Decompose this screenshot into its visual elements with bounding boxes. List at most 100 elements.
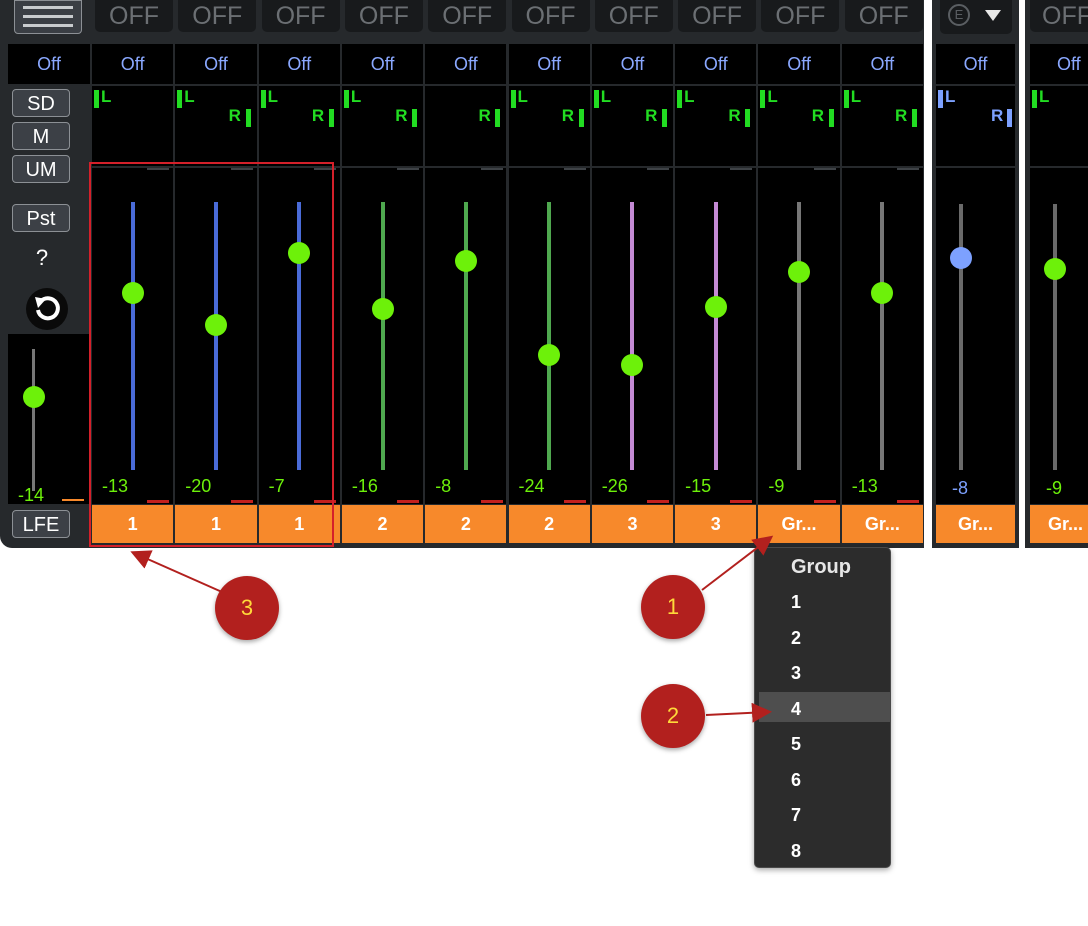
fader-knob[interactable] bbox=[788, 260, 811, 283]
meter-clip-tick bbox=[730, 500, 753, 503]
fader-knob[interactable] bbox=[454, 249, 477, 272]
route-label[interactable]: Off bbox=[758, 44, 840, 84]
pan-display[interactable]: LR bbox=[758, 86, 840, 166]
reset-icon[interactable] bbox=[25, 287, 69, 331]
fader-track[interactable] bbox=[880, 202, 885, 470]
fader-knob[interactable] bbox=[1044, 258, 1066, 280]
pan-right-label: R bbox=[811, 106, 824, 125]
lfe-fader-track[interactable] bbox=[32, 349, 35, 491]
group-select-button[interactable]: 3 bbox=[591, 505, 674, 543]
pan-display[interactable]: LR bbox=[341, 86, 424, 166]
top-off-button[interactable]: OFF bbox=[594, 0, 673, 32]
menu-button[interactable] bbox=[14, 0, 82, 34]
fader-top-tick bbox=[480, 168, 503, 170]
top-off-button[interactable]: OFF bbox=[761, 0, 840, 32]
route-label[interactable]: Off bbox=[841, 44, 923, 84]
route-label[interactable]: Off bbox=[425, 44, 507, 84]
fader-knob[interactable] bbox=[538, 343, 561, 366]
pan-right-marker bbox=[495, 109, 501, 127]
lfe-button[interactable]: LFE bbox=[12, 510, 70, 538]
group-menu-item[interactable]: 8 bbox=[791, 841, 801, 862]
help-button[interactable]: ? bbox=[30, 245, 54, 271]
route-label[interactable]: Off bbox=[508, 44, 590, 84]
pan-display[interactable]: LR bbox=[175, 86, 257, 166]
fader-track[interactable] bbox=[463, 202, 468, 470]
fader-track[interactable] bbox=[713, 202, 718, 470]
group-select-button[interactable]: Gr... bbox=[758, 505, 840, 543]
group-menu-item[interactable]: 1 bbox=[791, 592, 801, 613]
fader-knob[interactable] bbox=[704, 295, 727, 318]
fader-track[interactable] bbox=[797, 202, 802, 470]
fader-db-value: -9 bbox=[1046, 478, 1063, 498]
group-dropdown-menu[interactable]: Group 1 2 3 4 5 6 7 8 bbox=[754, 547, 891, 868]
group-select-button[interactable]: 2 bbox=[341, 505, 424, 543]
route-label[interactable]: Off bbox=[341, 44, 424, 84]
e-circle-icon: E bbox=[948, 4, 970, 26]
group-menu-item[interactable]: 4 bbox=[791, 699, 801, 720]
pan-display[interactable]: L bbox=[1030, 86, 1088, 166]
route-label[interactable]: Off bbox=[175, 44, 257, 84]
pan-right-marker bbox=[828, 109, 834, 127]
route-label[interactable]: Off bbox=[1030, 44, 1088, 84]
group-menu-title: Group bbox=[791, 556, 851, 578]
pan-display[interactable]: LR bbox=[841, 86, 923, 166]
pan-display[interactable]: LR bbox=[675, 86, 757, 166]
fader-track[interactable] bbox=[959, 204, 963, 470]
um-button[interactable]: UM bbox=[12, 155, 70, 183]
top-off-button-partial[interactable]: OFF bbox=[1030, 0, 1088, 32]
group-menu-item[interactable]: 3 bbox=[791, 663, 801, 684]
group-select-button[interactable]: 3 bbox=[675, 505, 757, 543]
top-off-button[interactable]: OFF bbox=[261, 0, 340, 32]
top-off-button[interactable]: OFF bbox=[428, 0, 507, 32]
pan-left-marker bbox=[593, 90, 599, 108]
pan-display[interactable]: LR bbox=[591, 86, 674, 166]
pan-left-marker bbox=[677, 90, 683, 108]
top-off-button[interactable]: OFF bbox=[344, 0, 423, 32]
top-off-button[interactable]: OFF bbox=[178, 0, 257, 32]
route-label[interactable]: Off bbox=[92, 44, 174, 84]
fader-track[interactable] bbox=[630, 202, 635, 470]
group-select-button[interactable]: Gr... bbox=[1030, 505, 1088, 543]
pan-right-marker bbox=[1007, 109, 1012, 127]
sd-button[interactable]: SD bbox=[12, 89, 70, 117]
pan-display[interactable]: L bbox=[92, 86, 174, 166]
top-off-button[interactable]: OFF bbox=[95, 0, 173, 32]
lfe-db-value: -14 bbox=[18, 485, 45, 505]
group-menu-item[interactable]: 6 bbox=[791, 770, 801, 791]
pan-left-label: L bbox=[350, 87, 362, 106]
pan-right-label: R bbox=[228, 106, 241, 125]
route-label[interactable]: Off bbox=[591, 44, 674, 84]
annotation-highlight-box bbox=[89, 162, 334, 547]
pan-display[interactable]: LR bbox=[508, 86, 590, 166]
group-select-button[interactable]: Gr... bbox=[841, 505, 923, 543]
pan-left-marker bbox=[260, 90, 266, 108]
top-off-button[interactable]: OFF bbox=[678, 0, 757, 32]
route-label[interactable]: Off bbox=[258, 44, 340, 84]
group-select-button[interactable]: 2 bbox=[508, 505, 590, 543]
group-menu-item[interactable]: 7 bbox=[791, 805, 801, 826]
group-menu-item[interactable]: 5 bbox=[791, 734, 801, 755]
pan-left-marker bbox=[938, 90, 943, 108]
chevron-down-icon bbox=[985, 10, 1001, 21]
pan-display[interactable]: LR bbox=[936, 86, 1015, 166]
group-select-button[interactable]: 2 bbox=[425, 505, 507, 543]
fader-track[interactable] bbox=[380, 202, 385, 470]
pan-right-marker bbox=[662, 109, 668, 127]
top-off-button[interactable]: OFF bbox=[844, 0, 923, 32]
m-button[interactable]: M bbox=[12, 122, 70, 150]
preset-button[interactable]: Pst bbox=[12, 204, 70, 232]
route-label[interactable]: Off bbox=[675, 44, 757, 84]
fader-track[interactable] bbox=[1053, 204, 1057, 470]
top-off-button[interactable]: OFF bbox=[511, 0, 590, 32]
pan-display[interactable]: LR bbox=[258, 86, 340, 166]
side-route-label[interactable]: Off bbox=[8, 44, 90, 84]
pan-display[interactable]: R bbox=[425, 86, 507, 166]
fader-track[interactable] bbox=[547, 202, 552, 470]
meter-clip-tick bbox=[480, 500, 503, 503]
fader-db-value: -26 bbox=[601, 476, 628, 496]
fader-knob[interactable] bbox=[371, 298, 394, 321]
e-dropdown[interactable]: E bbox=[940, 0, 1012, 34]
group-menu-item[interactable]: 2 bbox=[791, 628, 801, 649]
group-select-button[interactable]: Gr... bbox=[936, 505, 1015, 543]
route-label[interactable]: Off bbox=[936, 44, 1015, 84]
